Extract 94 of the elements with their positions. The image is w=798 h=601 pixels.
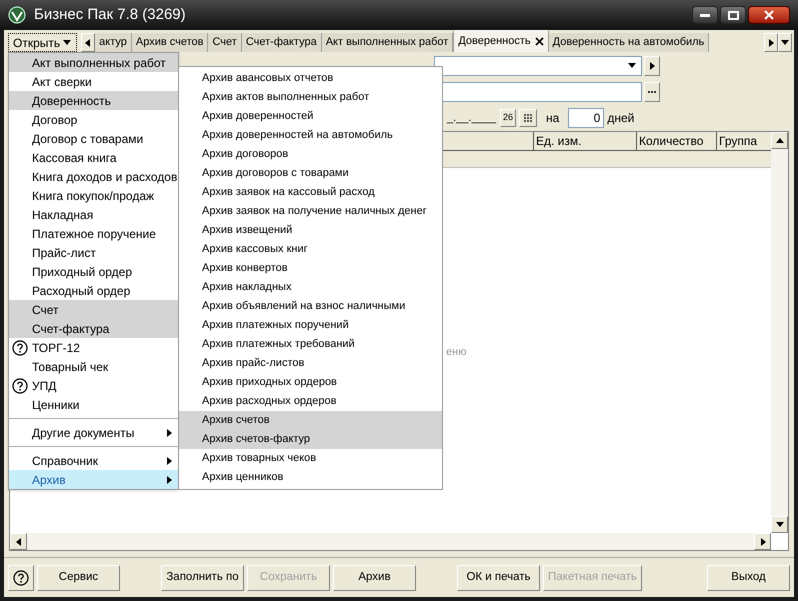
tab[interactable]: Акт выполненных работ [322,33,454,52]
submenu-item[interactable]: Архив конвертов [179,259,442,278]
submenu-item[interactable]: Архив товарных чеков [179,449,442,468]
submenu-item[interactable]: Архив ценников [179,468,442,487]
close-tab-icon [534,37,544,46]
action-button[interactable]: Заполнить по [161,564,244,590]
submenu-item[interactable]: Архив кассовых книг [179,240,442,259]
maximize-button[interactable] [720,6,746,24]
menu-item[interactable]: Накладная [9,205,178,224]
window-title: Бизнес Пак 7.8 (3269) [34,4,186,25]
caret-icon [780,38,790,48]
menu-item[interactable]: Акт сверки [9,72,178,91]
menu-item[interactable]: Приходный ордер [9,262,178,281]
tab-scroll-right-button[interactable] [764,33,778,52]
days-prefix-label: на [546,110,560,127]
tab[interactable]: Доверенность на автомобиль [548,33,710,52]
hint-text: еню [446,345,466,360]
caret-icon [62,38,72,48]
submenu-item[interactable]: Архив счетов [179,411,442,430]
submenu-item[interactable]: Архив платежных поручений [179,316,442,335]
submenu-item[interactable]: Архив расходных ордеров [179,392,442,411]
tab-list-button[interactable] [778,33,792,52]
submenu-item[interactable]: Архив договоров [179,145,442,164]
menu-item[interactable]: Прайс-лист [9,243,178,262]
tab[interactable]: Счет [208,33,242,52]
submenu-item[interactable]: Архив авансовых отчетов [179,69,442,88]
column-header[interactable]: Количество [636,132,716,150]
ellipsis-icon [647,90,657,94]
menu-item[interactable]: Книга покупок/продаж [9,186,178,205]
go-button[interactable] [644,56,660,76]
tab[interactable]: Счет-фактура [242,33,322,52]
menu-item[interactable]: Архив [9,470,178,489]
submenu-item[interactable]: Архив приходных ордеров [179,373,442,392]
submenu-item[interactable]: Архив заявок на кассовый расход [179,183,442,202]
action-button[interactable]: ОК и печать [457,564,540,590]
submenu-item[interactable]: Архив платежных требований [179,335,442,354]
menu-item[interactable]: Акт выполненных работ [9,53,178,72]
tab[interactable]: Доверенность [453,30,549,52]
menu-item[interactable]: Другие документы [9,423,178,442]
days-unit-label: дней [607,110,634,127]
menu-item[interactable]: Книга доходов и расходов [9,167,178,186]
days-field[interactable]: 0 [568,108,604,128]
today-button[interactable]: 26 [500,109,516,127]
menu-item[interactable]: ТОРГ-12 [9,338,178,357]
arrow-right-icon [766,38,776,48]
vertical-scrollbar[interactable] [771,132,788,533]
minimize-button[interactable] [692,6,718,24]
question-icon [12,340,28,356]
action-button[interactable]: Архив [333,564,416,590]
tab-scroll-left-button[interactable] [81,33,96,52]
action-button[interactable]: Сервис [37,564,120,590]
app-logo-icon [8,6,26,24]
calendar-icon [524,114,533,122]
date-field[interactable]: _.__.____ [447,110,497,126]
submenu-item[interactable]: Архив доверенностей [179,107,442,126]
menu-item[interactable]: Доверенность [9,91,178,110]
menu-item[interactable]: Кассовая книга [9,148,178,167]
submenu-item[interactable]: Архив извещений [179,221,442,240]
action-button[interactable]: Выход [707,564,790,590]
menu-item[interactable]: Справочник [9,451,178,470]
question-icon [13,570,29,586]
submenu-item[interactable]: Архив прайс-листов [179,354,442,373]
ellipsis-button[interactable] [644,82,660,102]
menu-item[interactable]: Договор с товарами [9,129,178,148]
horizontal-scrollbar[interactable] [10,533,771,550]
menu-item[interactable]: Расходный ордер [9,281,178,300]
submenu-item[interactable]: Архив доверенностей на автомобиль [179,126,442,145]
close-icon [764,10,774,20]
arrow-up-icon [774,136,784,146]
arrow-down-icon [774,520,784,530]
tab[interactable]: актур [95,33,132,52]
menu-item[interactable]: Счет-фактура [9,319,178,338]
open-menu-button[interactable]: Открыть [8,33,78,52]
calendar-button[interactable] [519,109,538,127]
menu-item[interactable]: УПД [9,376,178,395]
column-header[interactable]: Ед. изм. [533,132,636,150]
submenu-item[interactable]: Архив объявлений на взнос наличными [179,297,442,316]
arrow-right-icon [647,61,657,71]
submenu-item[interactable]: Архив заявок на получение наличных денег [179,202,442,221]
question-icon [12,378,28,394]
tab[interactable]: Архив счетов [132,33,208,52]
submenu-item[interactable]: Архив договоров с товарами [179,164,442,183]
menu-item[interactable]: Договор [9,110,178,129]
submenu-item[interactable]: Архив актов выполненных работ [179,88,442,107]
dropdown-field[interactable] [434,56,642,76]
menu-item[interactable]: Товарный чек [9,357,178,376]
submenu-item[interactable]: Архив счетов-фактур [179,430,442,449]
submenu-item[interactable]: Архив накладных [179,278,442,297]
menu-item[interactable]: Платежное поручение [9,224,178,243]
menu-item[interactable]: Ценники [9,395,178,414]
help-button[interactable] [8,564,34,590]
menu-item[interactable]: Счет [9,300,178,319]
close-button[interactable] [748,6,790,24]
arrow-left-icon [14,536,24,546]
